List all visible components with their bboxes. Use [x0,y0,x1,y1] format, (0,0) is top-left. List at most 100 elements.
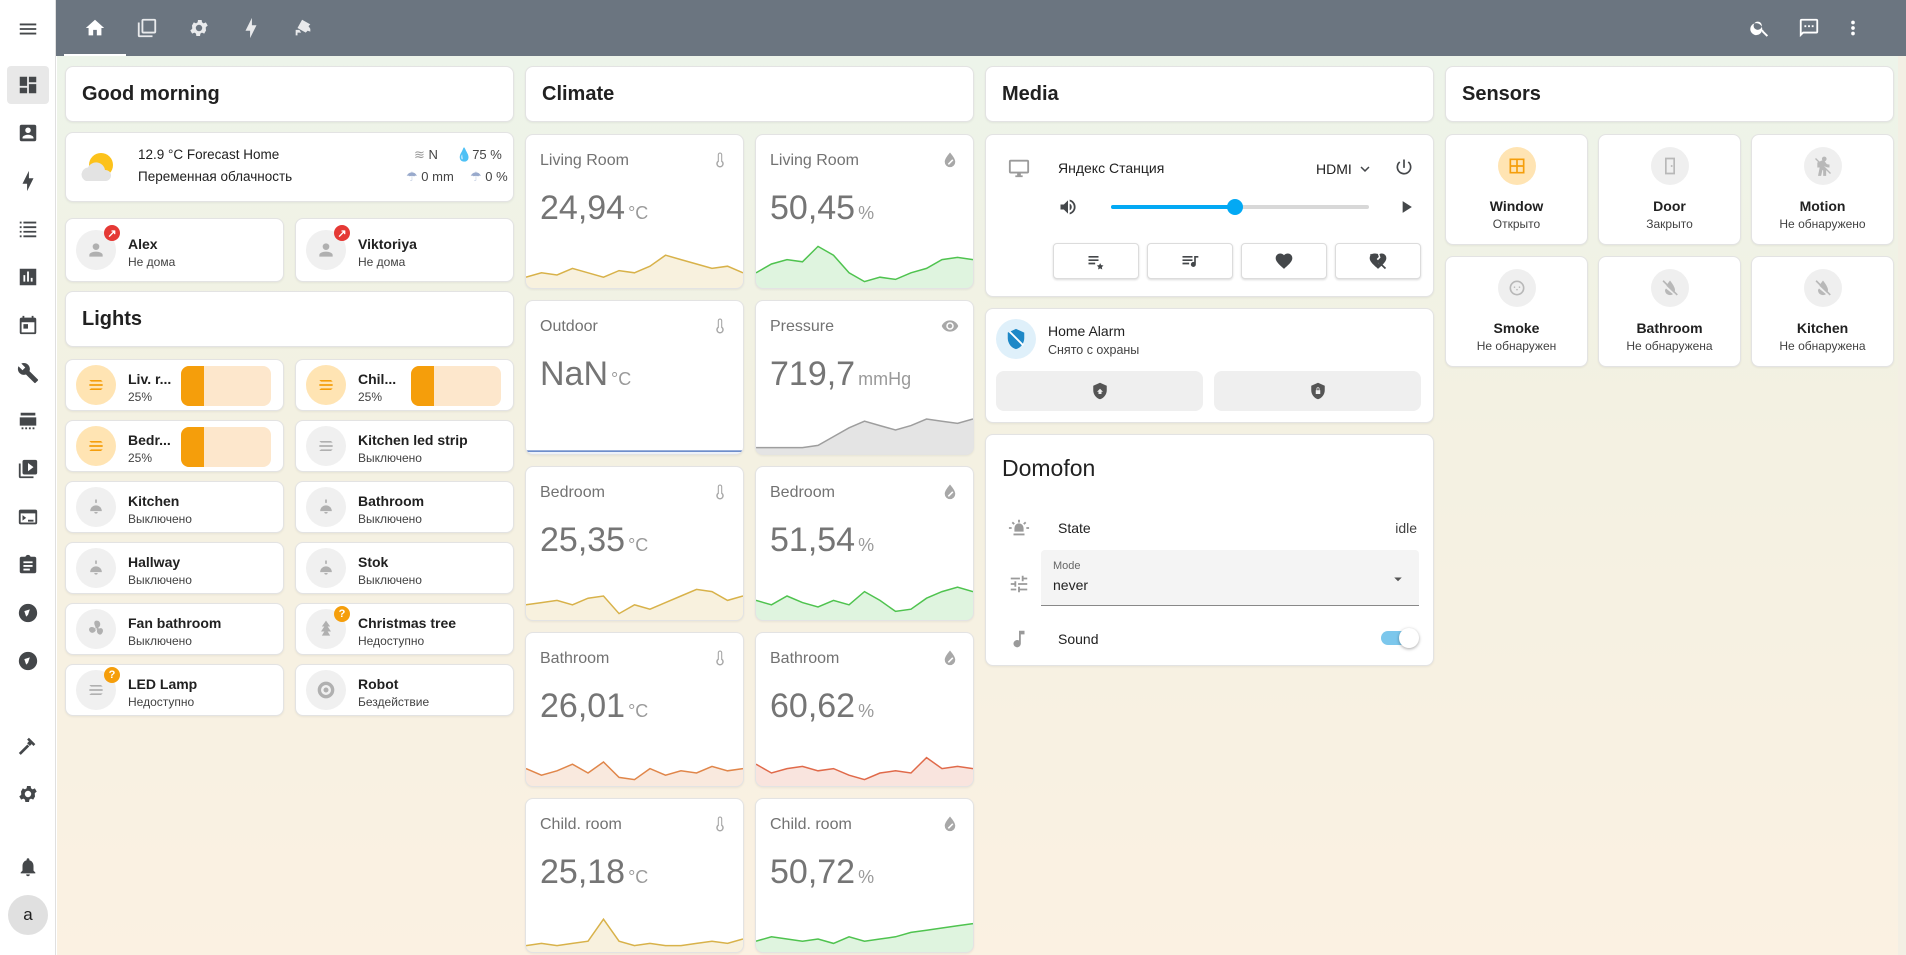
more-button[interactable] [1839,14,1867,42]
brightness-slider[interactable] [181,366,271,406]
ceiling-light-icon[interactable] [76,487,116,527]
tile-state: Не обнаружена [1626,339,1713,353]
sidebar-item-overview[interactable] [7,66,49,104]
ceiling-light-icon[interactable] [306,487,346,527]
volume-button[interactable] [1058,197,1078,222]
menu-icon[interactable] [7,10,49,48]
play-box-icon [18,459,38,479]
binary-sensor-tile[interactable]: Door Закрыто [1598,134,1741,245]
sidebar-item-developer[interactable] [7,354,49,392]
tile-name: Kitchen [128,493,180,509]
sidebar-item-todo[interactable] [7,546,49,584]
binary-sensor-tile[interactable]: Window Открыто [1445,134,1588,245]
like-button[interactable] [1241,243,1327,279]
shield-home-icon [1092,382,1107,400]
sensor-card[interactable]: Bathroom 60,62% [755,632,974,787]
sidebar-item-media[interactable] [7,450,49,488]
sidebar-item-history[interactable] [7,258,49,296]
source-select[interactable]: HDMI [1316,160,1374,178]
light-tile[interactable]: Kitchen led strip Выключено [295,420,514,472]
light-tile[interactable]: ? Christmas tree Недоступно [295,603,514,655]
arm-away-button[interactable] [1214,371,1421,411]
light-tile[interactable]: Kitchen Выключено [65,481,284,533]
sidebar-item-calendar[interactable] [7,306,49,344]
tile-name: Door [1653,198,1686,214]
sensor-card[interactable]: Child. room 25,18 °C [525,798,744,953]
person-tile-viktoriya[interactable]: ↗ Viktoriya Не дома [295,218,514,282]
playlist-music-button[interactable] [1147,243,1233,279]
assist-button[interactable] [1795,14,1823,42]
sensor-card[interactable]: Bedroom 51,54% [755,466,974,621]
light-tile[interactable]: Bathroom Выключено [295,481,514,533]
light-tile[interactable]: Chil... 25% [295,359,514,411]
binary-sensor-tile[interactable]: Kitchen Не обнаружена [1751,256,1894,367]
sidebar-item-logbook[interactable] [7,210,49,248]
volume-slider[interactable] [1111,199,1369,215]
dislike-button[interactable] [1335,243,1421,279]
weather-card[interactable]: 12.9 °C Forecast Home Переменная облачно… [65,132,514,202]
binary-sensor-tile[interactable]: Smoke Не обнаружен [1445,256,1588,367]
gear-icon [19,786,37,802]
fan-icon[interactable] [76,609,116,649]
play-icon [1402,201,1412,213]
light-tile[interactable]: Stok Выключено [295,542,514,594]
sidebar-item-addon-2[interactable] [7,642,49,680]
section-title: Climate [542,82,615,105]
playlist-star-button[interactable] [1053,243,1139,279]
sidebar-item-settings[interactable] [7,775,49,813]
light-tile[interactable]: Fan bathroom Выключено [65,603,284,655]
sensor-card[interactable]: Bedroom 25,35 °C [525,466,744,621]
tile-state: Выключено [128,573,192,587]
led-strip-icon[interactable] [76,365,116,405]
sensor-card[interactable]: Outdoor NaN °C [525,300,744,455]
search-button[interactable] [1746,14,1774,42]
power-button[interactable] [1394,157,1414,182]
sidebar-item-terminal[interactable] [7,498,49,536]
domofon-title: Domofon [1002,455,1096,481]
sidebar-item-tools[interactable] [7,727,49,765]
sensor-card[interactable]: Bathroom 26,01 °C [525,632,744,787]
sensor-card[interactable]: Pressure 719,7 mmHg [755,300,974,455]
arm-home-button[interactable] [996,371,1203,411]
ceiling-light-icon[interactable] [76,548,116,588]
play-button[interactable] [1396,197,1416,222]
light-tile[interactable]: Bedr... 25% [65,420,284,472]
robot-vacuum-icon[interactable] [306,670,346,710]
sidebar-item-hacs[interactable] [7,402,49,440]
led-strip-icon[interactable] [306,426,346,466]
led-strip-icon[interactable] [76,426,116,466]
sensor-value: 60,62% [770,687,874,726]
tab-cctv[interactable] [272,0,334,56]
sidebar-item-addon-1[interactable] [7,594,49,632]
brightness-slider[interactable] [411,366,501,406]
sensor-unit: % [858,701,875,721]
tile-name: Kitchen [1796,320,1849,336]
binary-sensor-tile[interactable]: Bathroom Не обнаружена [1598,256,1741,367]
motion-sensor-off-icon [1803,147,1842,185]
partly-cloudy-icon [81,151,119,185]
light-tile[interactable]: Robot Бездействие [295,664,514,716]
sound-toggle[interactable] [1381,628,1419,648]
sensor-value-number: 24,94 [540,189,626,227]
ceiling-light-icon[interactable] [306,548,346,588]
binary-sensor-tile[interactable]: Motion Не обнаружено [1751,134,1894,245]
volume-slider-knob[interactable] [1226,199,1243,215]
mode-select[interactable]: Mode never [1041,550,1419,606]
led-strip-icon[interactable] [306,365,346,405]
sensor-card[interactable]: Child. room 50,72% [755,798,974,953]
person-tile-alex[interactable]: ↗ Alex Не дома [65,218,284,282]
light-tile[interactable]: ? LED Lamp Недоступно [65,664,284,716]
avatar[interactable]: a [8,895,48,935]
light-tile[interactable]: Liv. r... 25% [65,359,284,411]
brightness-slider[interactable] [181,427,271,467]
sidebar-item-energy[interactable] [7,162,49,200]
sidebar-item-notifications[interactable] [7,848,49,886]
tile-state: Выключено [128,634,192,648]
sensor-card[interactable]: Living Room 24,94 °C [525,134,744,289]
smoke-detector-icon [1497,269,1536,307]
sensor-card[interactable]: Living Room 50,45% [755,134,974,289]
window-open-icon [1497,147,1536,185]
sidebar-item-persons[interactable] [7,114,49,152]
sensor-name: Child. room [540,816,622,833]
light-tile[interactable]: Hallway Выключено [65,542,284,594]
